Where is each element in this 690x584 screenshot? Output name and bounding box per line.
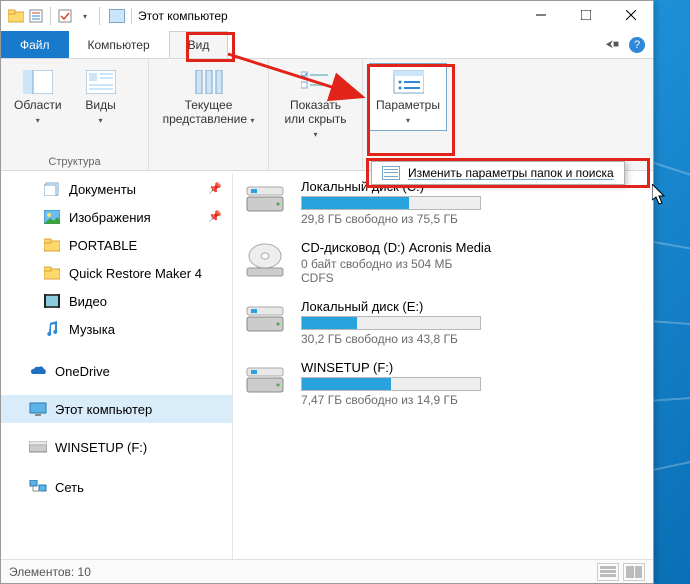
capacity-bar	[301, 377, 481, 391]
titlebar: ▾ Этот компьютер	[1, 1, 653, 31]
maximize-button[interactable]	[563, 1, 608, 29]
folder-icon	[7, 7, 25, 25]
videos-icon	[43, 293, 61, 309]
checklist-icon	[300, 68, 332, 96]
ribbon-group-panes: Области▾ Виды▾ Структура	[1, 59, 149, 170]
ribbon-tabs: Файл Компьютер Вид ⮜■ ?	[1, 31, 653, 59]
options-dropdown-item[interactable]: Изменить параметры папок и поиска	[371, 161, 625, 185]
folder-options-icon	[382, 166, 400, 180]
properties-icon[interactable]	[27, 7, 45, 25]
main-pane[interactable]: Локальный диск (C:)29,8 ГБ свободно из 7…	[233, 173, 653, 559]
ribbon: Области▾ Виды▾ Структура Текущеепредстав…	[1, 59, 653, 171]
desktop-background-strip	[654, 0, 690, 584]
show-hide-button[interactable]: Показатьили скрыть ▾	[275, 63, 357, 145]
capacity-bar	[301, 316, 481, 330]
explorer-window: ▾ Этот компьютер Файл Компьютер Вид ⮜■ ?	[0, 0, 654, 584]
capacity-bar	[301, 196, 481, 210]
drive-item[interactable]: WINSETUP (F:) 7,47 ГБ свободно из 14,9 ГБ	[241, 360, 653, 407]
qat-dropdown-icon[interactable]: ▾	[76, 7, 94, 25]
drive-name: WINSETUP (F:)	[301, 360, 481, 375]
navigation-pane-icon	[22, 68, 54, 96]
nav-portable[interactable]: PORTABLE	[1, 231, 232, 259]
drive-free-space: 0 байт свободно из 504 МБ	[301, 257, 491, 271]
columns-icon	[193, 68, 225, 96]
drive-item[interactable]: Локальный диск (C:)29,8 ГБ свободно из 7…	[241, 179, 653, 226]
help-icon[interactable]: ?	[629, 37, 645, 53]
window-title: Этот компьютер	[138, 9, 228, 23]
options-dropdown-label: Изменить параметры папок и поиска	[408, 166, 614, 180]
cd-drive-icon	[241, 240, 289, 280]
folder-icon	[43, 265, 61, 281]
network-icon	[29, 479, 47, 495]
views-button[interactable]: Виды▾	[73, 63, 129, 131]
nav-this-pc[interactable]: Этот компьютер	[1, 395, 232, 423]
options-icon	[392, 68, 424, 96]
options-button[interactable]: Параметры▾	[369, 63, 447, 131]
drive-free-space: 7,47 ГБ свободно из 14,9 ГБ	[301, 393, 481, 407]
ribbon-group-current-view: Текущеепредставление ▾	[149, 59, 269, 170]
qat-separator	[50, 7, 51, 25]
navigation-pane[interactable]: Документы📌 Изображения📌 PORTABLE Quick R…	[1, 173, 233, 559]
nav-documents[interactable]: Документы📌	[1, 175, 232, 203]
content-area: Документы📌 Изображения📌 PORTABLE Quick R…	[1, 173, 653, 559]
drive-icon	[29, 439, 47, 455]
nav-pictures[interactable]: Изображения📌	[1, 203, 232, 231]
onedrive-icon	[29, 363, 47, 379]
hdd-icon	[241, 299, 289, 339]
title-separator	[131, 8, 132, 24]
ribbon-group-show-hide: Показатьили скрыть ▾	[269, 59, 363, 170]
drive-free-space: 29,8 ГБ свободно из 75,5 ГБ	[301, 212, 481, 226]
current-view-button[interactable]: Текущеепредставление ▾	[154, 63, 264, 131]
tab-view[interactable]: Вид	[169, 31, 229, 58]
drive-name: Локальный диск (E:)	[301, 299, 481, 314]
this-pc-icon	[109, 9, 125, 23]
hdd-icon	[241, 360, 289, 400]
nav-qrm[interactable]: Quick Restore Maker 4	[1, 259, 232, 287]
pin-icon: 📌	[208, 182, 222, 195]
close-button[interactable]	[608, 1, 653, 29]
folder-icon	[43, 237, 61, 253]
minimize-button[interactable]	[518, 1, 563, 29]
quick-access-toolbar: ▾	[1, 7, 103, 25]
music-icon	[43, 321, 61, 337]
checkbox-icon[interactable]	[56, 7, 74, 25]
status-bar: Элементов: 10	[1, 559, 653, 583]
hdd-icon	[241, 179, 289, 219]
tab-computer[interactable]: Компьютер	[69, 31, 169, 58]
pictures-icon	[43, 209, 61, 225]
drive-filesystem: CDFS	[301, 271, 491, 285]
drive-item[interactable]: CD-дисковод (D:) Acronis Media 0 байт сво…	[241, 240, 653, 285]
nav-network[interactable]: Сеть	[1, 473, 232, 501]
documents-icon	[43, 181, 61, 197]
nav-music[interactable]: Музыка	[1, 315, 232, 343]
nav-onedrive[interactable]: OneDrive	[1, 357, 232, 385]
drive-name: CD-дисковод (D:) Acronis Media	[301, 240, 491, 255]
ribbon-group-options: Параметры▾	[363, 59, 453, 170]
status-item-count: Элементов: 10	[9, 565, 91, 579]
pin-icon: 📌	[208, 210, 222, 223]
tiles-view-button[interactable]	[623, 563, 645, 581]
nav-videos[interactable]: Видео	[1, 287, 232, 315]
monitor-icon	[29, 401, 47, 417]
tab-file[interactable]: Файл	[1, 31, 69, 58]
layout-views-icon	[85, 68, 117, 96]
details-view-button[interactable]	[597, 563, 619, 581]
minimize-ribbon-icon[interactable]: ⮜■	[606, 39, 619, 50]
drive-item[interactable]: Локальный диск (E:) 30,2 ГБ свободно из 4…	[241, 299, 653, 346]
qat-separator	[99, 7, 100, 25]
drive-free-space: 30,2 ГБ свободно из 43,8 ГБ	[301, 332, 481, 346]
ribbon-group-label: Структура	[1, 155, 148, 170]
nav-winsetup[interactable]: WINSETUP (F:)	[1, 433, 232, 461]
panes-button[interactable]: Области▾	[7, 63, 69, 131]
window-controls	[518, 1, 653, 29]
